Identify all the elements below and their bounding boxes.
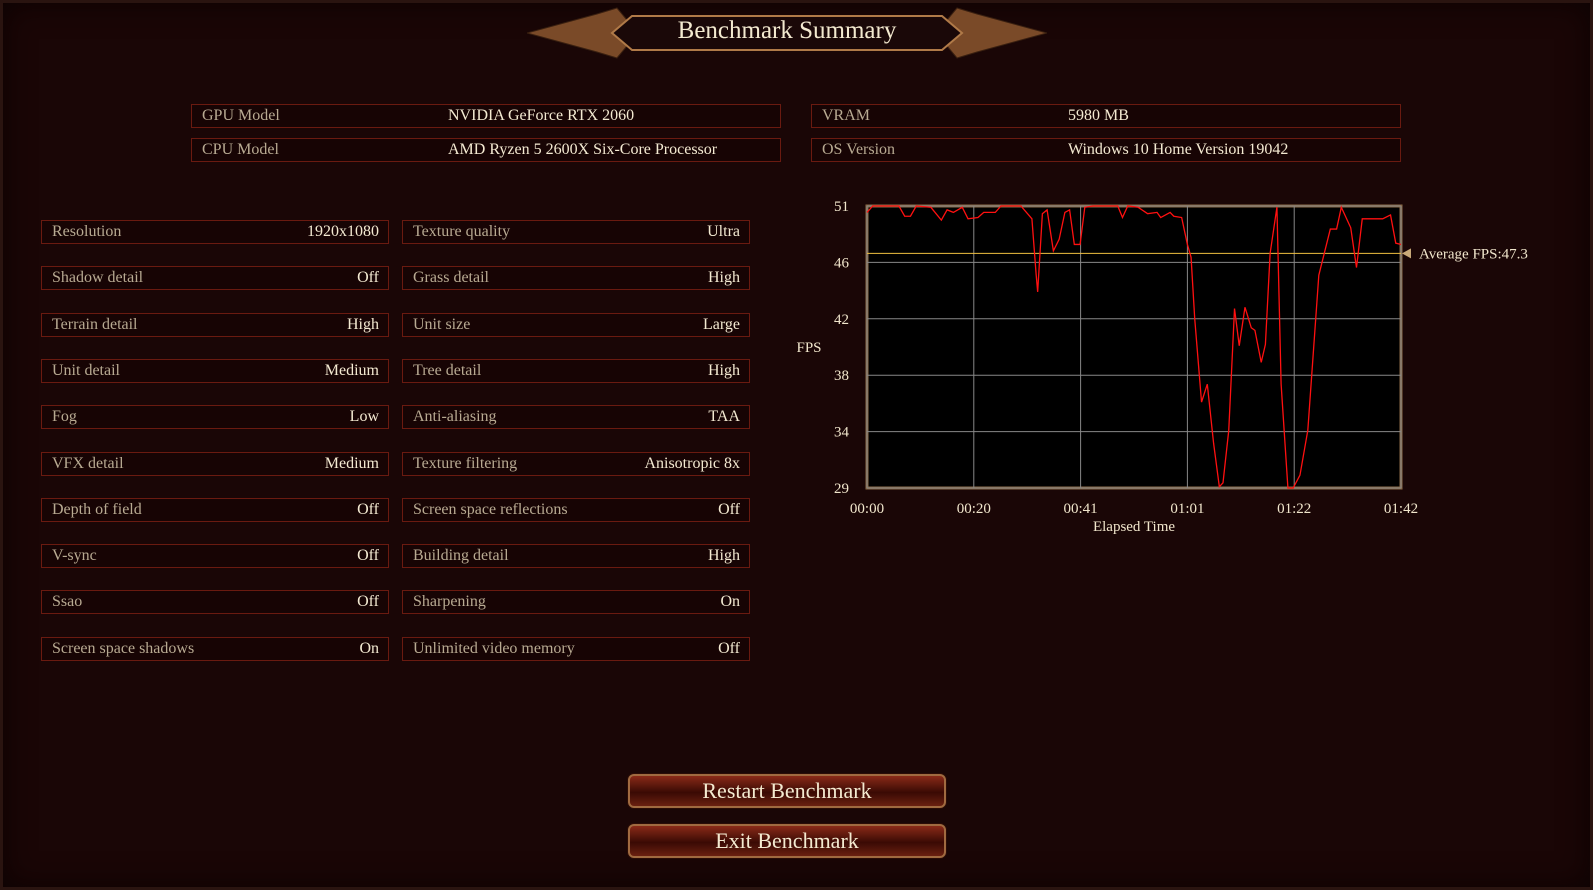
setting-value: Off bbox=[718, 639, 740, 657]
restart-benchmark-button[interactable]: Restart Benchmark bbox=[628, 774, 946, 808]
setting-label: Depth of field bbox=[52, 500, 142, 518]
setting-building-detail: Building detail High bbox=[402, 544, 750, 569]
info-value: AMD Ryzen 5 2600X Six-Core Processor bbox=[448, 141, 718, 158]
setting-label: Tree detail bbox=[413, 361, 482, 379]
setting-label: Grass detail bbox=[413, 269, 489, 287]
setting-label: Texture filtering bbox=[413, 454, 518, 472]
setting-value: Off bbox=[357, 547, 379, 565]
setting-label: Unit detail bbox=[52, 361, 120, 379]
setting-unlimited-video-memory: Unlimited video memory Off bbox=[402, 636, 750, 661]
info-label: CPU Model bbox=[202, 141, 279, 158]
setting-texture-quality: Texture quality Ultra bbox=[402, 220, 750, 244]
setting-grass-detail: Grass detail High bbox=[402, 266, 750, 291]
setting-screen-space-shadows: Screen space shadows On bbox=[41, 636, 389, 661]
setting-label: Sharpening bbox=[413, 593, 486, 611]
system-info-os-version: OS Version Windows 10 Home Version 19042 bbox=[811, 138, 1401, 162]
setting-value: High bbox=[347, 315, 379, 333]
setting-vfx-detail: VFX detail Medium bbox=[41, 451, 389, 476]
setting-label: Building detail bbox=[413, 547, 509, 565]
setting-value: High bbox=[708, 269, 740, 287]
info-label: GPU Model bbox=[202, 107, 280, 124]
setting-label: Terrain detail bbox=[52, 315, 138, 333]
system-info-cpu-model: CPU Model AMD Ryzen 5 2600X Six-Core Proc… bbox=[191, 138, 781, 162]
setting-screen-space-reflections: Screen space reflections Off bbox=[402, 497, 750, 522]
setting-label: Texture quality bbox=[413, 223, 511, 240]
setting-label: VFX detail bbox=[52, 454, 124, 472]
info-value: 5980 MB bbox=[1068, 107, 1129, 124]
setting-value: Anisotropic 8x bbox=[644, 454, 740, 472]
setting-label: Shadow detail bbox=[52, 269, 144, 287]
setting-value: 1920x1080 bbox=[307, 223, 379, 240]
setting-unit-detail: Unit detail Medium bbox=[41, 358, 389, 383]
setting-v-sync: V-sync Off bbox=[41, 544, 389, 569]
setting-label: Fog bbox=[52, 408, 77, 426]
setting-value: On bbox=[720, 593, 740, 611]
info-label: VRAM bbox=[822, 107, 871, 124]
setting-value: TAA bbox=[708, 408, 740, 426]
setting-depth-of-field: Depth of field Off bbox=[41, 497, 389, 522]
setting-value: Off bbox=[357, 593, 379, 611]
setting-label: Anti-aliasing bbox=[413, 408, 497, 426]
page-title: Benchmark Summary bbox=[677, 17, 897, 44]
setting-fog: Fog Low bbox=[41, 405, 389, 430]
setting-label: Ssao bbox=[52, 593, 83, 611]
exit-benchmark-button[interactable]: Exit Benchmark bbox=[628, 824, 946, 858]
setting-unit-size: Unit size Large bbox=[402, 312, 750, 337]
setting-label: V-sync bbox=[52, 547, 97, 565]
setting-tree-detail: Tree detail High bbox=[402, 358, 750, 383]
setting-value: Off bbox=[357, 269, 379, 287]
setting-value: High bbox=[708, 547, 740, 565]
setting-texture-filtering: Texture filtering Anisotropic 8x bbox=[402, 451, 750, 476]
setting-label: Unit size bbox=[413, 315, 471, 333]
setting-value: Medium bbox=[324, 454, 379, 472]
setting-value: Off bbox=[718, 500, 740, 518]
system-info-vram: VRAM 5980 MB bbox=[811, 104, 1401, 128]
setting-resolution: Resolution 1920x1080 bbox=[41, 220, 389, 244]
info-value: NVIDIA GeForce RTX 2060 bbox=[448, 107, 635, 124]
setting-value: High bbox=[708, 361, 740, 379]
setting-value: Low bbox=[349, 408, 379, 426]
setting-label: Screen space shadows bbox=[52, 639, 195, 657]
info-value: Windows 10 Home Version 19042 bbox=[1068, 141, 1289, 158]
setting-sharpening: Sharpening On bbox=[402, 590, 750, 615]
setting-value: On bbox=[359, 639, 379, 657]
setting-ssao: Ssao Off bbox=[41, 590, 389, 615]
setting-shadow-detail: Shadow detail Off bbox=[41, 266, 389, 291]
setting-label: Screen space reflections bbox=[413, 500, 568, 518]
setting-label: Unlimited video memory bbox=[413, 639, 575, 657]
setting-value: Off bbox=[357, 500, 379, 518]
info-label: OS Version bbox=[822, 141, 896, 158]
system-info-gpu-model: GPU Model NVIDIA GeForce RTX 2060 bbox=[191, 104, 781, 128]
setting-value: Medium bbox=[324, 361, 379, 379]
window-frame bbox=[0, 0, 1593, 890]
setting-label: Resolution bbox=[52, 223, 122, 240]
setting-terrain-detail: Terrain detail High bbox=[41, 312, 389, 337]
setting-value: Ultra bbox=[707, 223, 740, 240]
setting-value: Large bbox=[702, 315, 740, 333]
setting-anti-aliasing: Anti-aliasing TAA bbox=[402, 405, 750, 430]
